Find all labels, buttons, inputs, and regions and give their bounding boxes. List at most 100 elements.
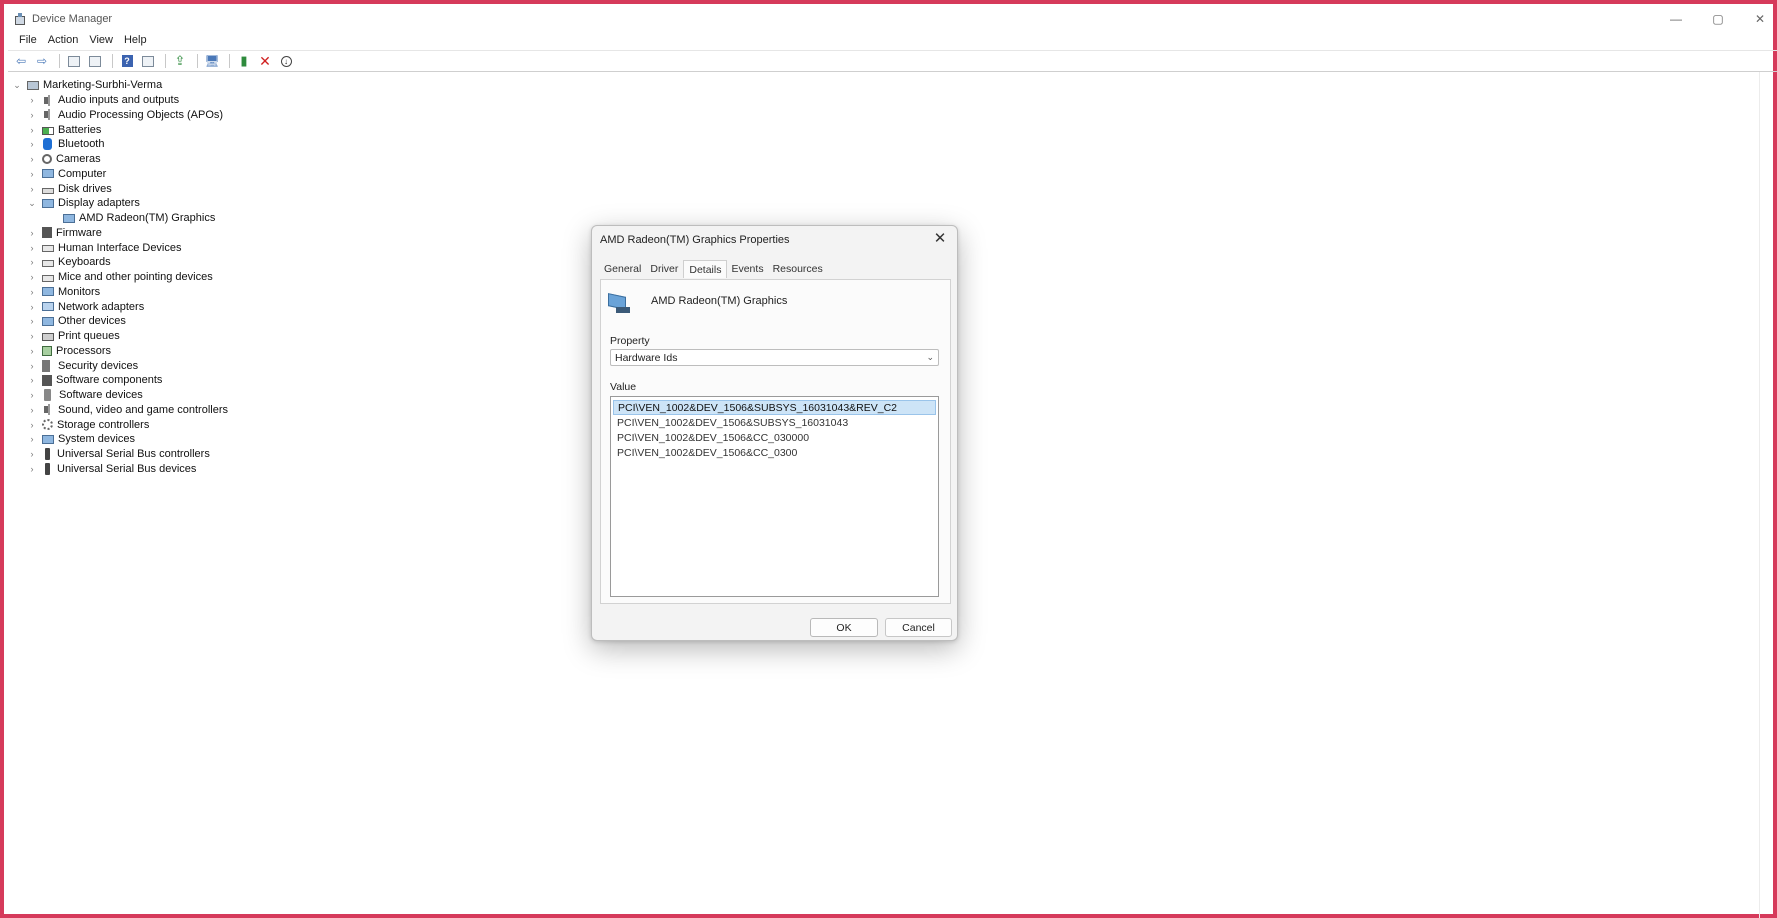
tree-item[interactable]: › Computer (12, 167, 228, 182)
tree-item[interactable]: › Universal Serial Bus devices (12, 462, 228, 477)
chevron-right-icon[interactable]: › (27, 346, 37, 356)
tree-item-label: Storage controllers (57, 418, 150, 431)
chevron-right-icon[interactable]: › (27, 434, 37, 444)
chevron-right-icon[interactable]: › (27, 95, 37, 105)
menu-file[interactable]: File (15, 34, 44, 46)
menu-action[interactable]: Action (44, 34, 86, 46)
tree-root[interactable]: ⌄ Marketing-Surbhi-Verma (12, 78, 228, 93)
chevron-right-icon[interactable]: › (27, 243, 37, 253)
app-window: Device Manager — ▢ ✕ File Action View He… (0, 0, 1777, 918)
tree-child-item[interactable]: AMD Radeon(TM) Graphics (12, 211, 228, 226)
chevron-right-icon[interactable]: › (27, 316, 37, 326)
chevron-down-icon[interactable]: ⌄ (27, 198, 37, 208)
tree-item[interactable]: › Storage controllers (12, 417, 228, 432)
maximize-button[interactable]: ▢ (1711, 12, 1725, 26)
tree-item[interactable]: › Audio inputs and outputs (12, 93, 228, 108)
tree-item[interactable]: › Bluetooth (12, 137, 228, 152)
tree-item[interactable]: › Other devices (12, 314, 228, 329)
tree-item[interactable]: › Monitors (12, 285, 228, 300)
tree-item-label: Batteries (58, 123, 102, 136)
view-icon[interactable] (139, 53, 157, 69)
tree-item[interactable]: › Keyboards (12, 255, 228, 270)
chevron-right-icon[interactable]: › (27, 464, 37, 474)
tree-item[interactable]: › Software devices (12, 388, 228, 403)
bluetooth-icon (43, 138, 52, 151)
close-window-button[interactable]: ✕ (1753, 12, 1767, 26)
phone-icon (44, 389, 51, 402)
tab-details[interactable]: Details (683, 260, 728, 278)
tab-events[interactable]: Events (727, 262, 768, 278)
tree-item[interactable]: › Audio Processing Objects (APOs) (12, 108, 228, 123)
chevron-right-icon[interactable]: › (27, 110, 37, 120)
chevron-down-icon: ⌄ (926, 352, 934, 362)
device-manager-icon (14, 13, 26, 25)
chevron-right-icon[interactable]: › (27, 449, 37, 459)
cancel-button[interactable]: Cancel (885, 618, 952, 637)
chevron-right-icon[interactable]: › (27, 184, 37, 194)
dialog-close-icon[interactable]: ✕ (932, 231, 948, 247)
properties-dialog: AMD Radeon(TM) Graphics Properties ✕ Gen… (591, 225, 958, 641)
ok-button[interactable]: OK (810, 618, 878, 637)
vertical-scrollbar[interactable] (1759, 72, 1769, 918)
chevron-right-icon[interactable]: › (27, 154, 37, 164)
usb-icon (45, 448, 50, 461)
menu-view[interactable]: View (85, 34, 120, 46)
tree-item-label: Keyboards (58, 256, 111, 269)
help-icon[interactable]: ? (118, 53, 136, 69)
tree-item-label: System devices (58, 433, 136, 446)
driver-icon[interactable] (86, 53, 104, 69)
chevron-down-icon[interactable]: ⌄ (12, 80, 22, 90)
back-arrow-icon[interactable]: ⇦ (12, 53, 30, 69)
tree-item-label: Mice and other pointing devices (58, 271, 213, 284)
tree-item[interactable]: › Security devices (12, 358, 228, 373)
chevron-right-icon[interactable]: › (27, 228, 37, 238)
chevron-right-icon[interactable]: › (27, 169, 37, 179)
tree-item[interactable]: › Universal Serial Bus controllers (12, 447, 228, 462)
tree-item[interactable]: › Processors (12, 344, 228, 359)
tree-item[interactable]: › Mice and other pointing devices (12, 270, 228, 285)
forward-arrow-icon[interactable]: ⇨ (33, 53, 51, 69)
minimize-button[interactable]: — (1669, 12, 1683, 26)
tree-item[interactable]: ⌄ Display adapters (12, 196, 228, 211)
tree-item[interactable]: › Print queues (12, 329, 228, 344)
value-row[interactable]: PCI\VEN_1002&DEV_1506&SUBSYS_16031043&RE… (613, 400, 936, 415)
tree-item[interactable]: › System devices (12, 432, 228, 447)
menu-bar: File Action View Help (8, 30, 1777, 50)
chevron-right-icon[interactable]: › (27, 287, 37, 297)
update-driver-icon[interactable]: ⇪ (171, 53, 189, 69)
tree-item[interactable]: › Batteries (12, 122, 228, 137)
property-select[interactable]: Hardware Ids ⌄ (610, 349, 939, 366)
chevron-right-icon[interactable]: › (27, 331, 37, 341)
tree-item[interactable]: › Human Interface Devices (12, 240, 228, 255)
tree-item-label: Print queues (58, 330, 120, 343)
chevron-right-icon[interactable]: › (27, 420, 37, 430)
chevron-right-icon[interactable]: › (27, 272, 37, 282)
tree-item[interactable]: › Cameras (12, 152, 228, 167)
tree-item[interactable]: › Software components (12, 373, 228, 388)
enable-device-icon[interactable]: ▮ (235, 53, 253, 69)
value-row[interactable]: PCI\VEN_1002&DEV_1506&CC_030000 (613, 430, 936, 445)
chevron-right-icon[interactable]: › (27, 139, 37, 149)
tree-item[interactable]: › Sound, video and game controllers (12, 403, 229, 418)
tree-item[interactable]: › Disk drives (12, 181, 228, 196)
properties-icon[interactable] (65, 53, 83, 69)
value-row[interactable]: PCI\VEN_1002&DEV_1506&CC_0300 (613, 445, 936, 460)
chevron-right-icon[interactable]: › (27, 257, 37, 267)
value-list[interactable]: PCI\VEN_1002&DEV_1506&SUBSYS_16031043&RE… (610, 396, 939, 597)
chevron-right-icon[interactable]: › (27, 361, 37, 371)
tab-resources[interactable]: Resources (769, 262, 828, 278)
chevron-right-icon[interactable]: › (27, 375, 37, 385)
tree-item[interactable]: › Firmware (12, 226, 228, 241)
chevron-right-icon[interactable]: › (27, 125, 37, 135)
chevron-right-icon[interactable]: › (27, 405, 37, 415)
download-icon[interactable]: ↓ (277, 53, 295, 69)
tab-driver[interactable]: Driver (646, 262, 683, 278)
chevron-right-icon[interactable]: › (27, 302, 37, 312)
chevron-right-icon[interactable]: › (27, 390, 37, 400)
value-row[interactable]: PCI\VEN_1002&DEV_1506&SUBSYS_16031043 (613, 415, 936, 430)
menu-help[interactable]: Help (120, 34, 154, 46)
scan-hardware-icon[interactable]: 🖥 (203, 53, 221, 69)
tree-item[interactable]: › Network adapters (12, 299, 228, 314)
tab-general[interactable]: General (600, 262, 646, 278)
uninstall-icon[interactable]: ✕ (256, 53, 274, 69)
